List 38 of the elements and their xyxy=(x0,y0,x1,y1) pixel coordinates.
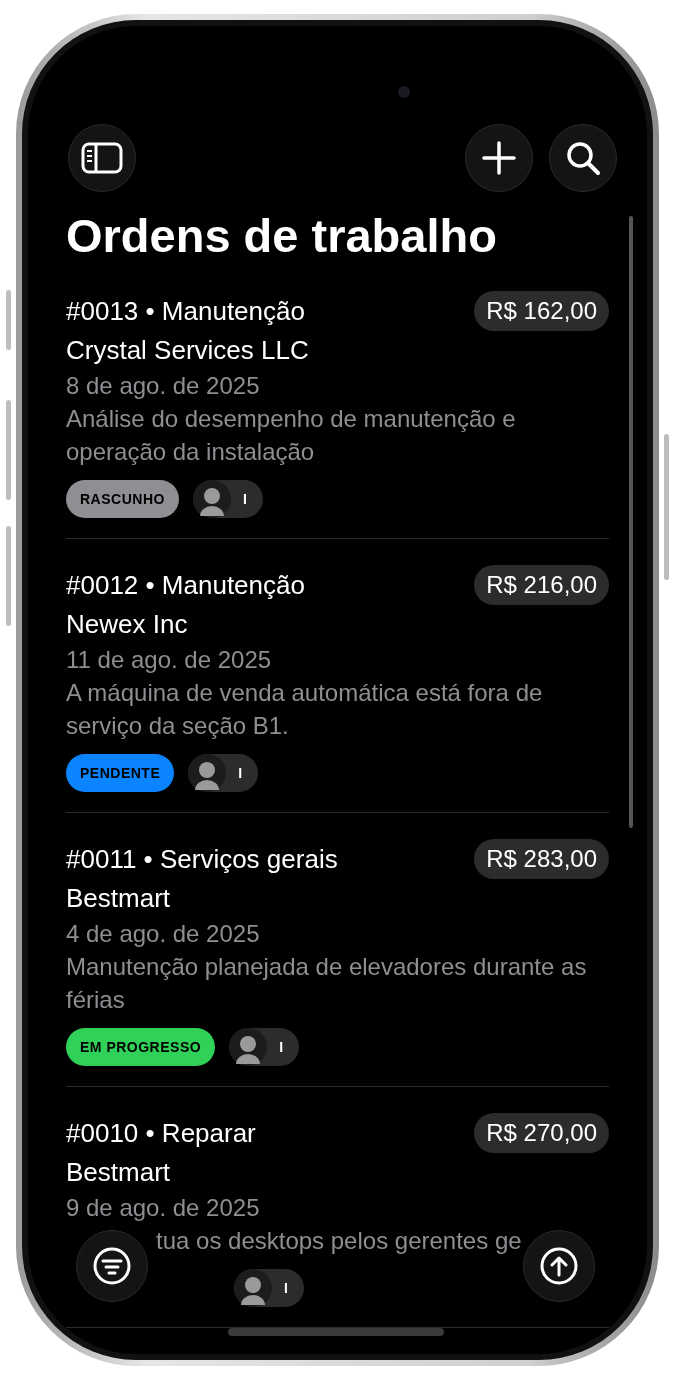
camera-dot xyxy=(398,86,410,98)
status-badge: PENDENTE xyxy=(66,754,175,792)
amount-badge: R$ 283,00 xyxy=(474,839,609,879)
arrow-up-icon xyxy=(539,1246,579,1286)
order-title[interactable]: #0013 • Manutenção xyxy=(66,292,305,330)
client-name: Bestmart xyxy=(66,882,172,915)
order-date: 9 de ago. de 2025 xyxy=(66,1193,261,1223)
filter-icon xyxy=(92,1246,132,1286)
order-description: tua os desktops pelos gerentes ge xyxy=(155,1226,523,1256)
avatar-icon xyxy=(188,754,227,792)
order-description: Manutenção planejada de elevadores durante as férias xyxy=(66,952,588,1015)
search-icon xyxy=(565,140,601,176)
client-name: Crystal Services LLC xyxy=(66,334,310,367)
page-title: Ordens de trabalho xyxy=(66,208,498,263)
assignee-initial: I xyxy=(284,1280,288,1296)
plus-icon xyxy=(482,141,516,175)
order-description: Análise do desempenho de manutenção e operação da instalação xyxy=(66,404,517,467)
client-name: Bestmart xyxy=(66,1156,172,1189)
amount-badge: R$ 216,00 xyxy=(474,565,609,605)
order-title[interactable]: #0011 • Serviços gerais xyxy=(66,840,338,878)
assignee-initial: I xyxy=(238,765,243,781)
order-date: 8 de ago. de 2025 xyxy=(66,371,261,401)
order-title[interactable]: #0010 • Reparar xyxy=(66,1114,256,1152)
order-date: 4 de ago. de 2025 xyxy=(66,919,261,949)
order-description: A máquina de venda automática está fora de serviço da seção B1. xyxy=(66,678,544,741)
avatar-icon xyxy=(229,1028,268,1066)
status-badge: EM PROGRESSO xyxy=(66,1028,216,1066)
sidebar-icon xyxy=(81,142,123,174)
client-name: Newex Inc xyxy=(66,608,189,641)
avatar-icon xyxy=(192,480,231,518)
amount-badge: R$ 162,00 xyxy=(474,291,609,331)
avatar-icon xyxy=(234,1269,272,1307)
status-badge: RASCUNHO xyxy=(66,480,179,518)
order-date: 11 de ago. de 2025 xyxy=(66,645,273,675)
amount-badge: R$ 270,00 xyxy=(474,1113,609,1153)
assignee-initial: I xyxy=(242,491,247,507)
assignee-initial: I xyxy=(279,1039,284,1055)
order-title[interactable]: #0012 • Manutenção xyxy=(66,566,305,604)
